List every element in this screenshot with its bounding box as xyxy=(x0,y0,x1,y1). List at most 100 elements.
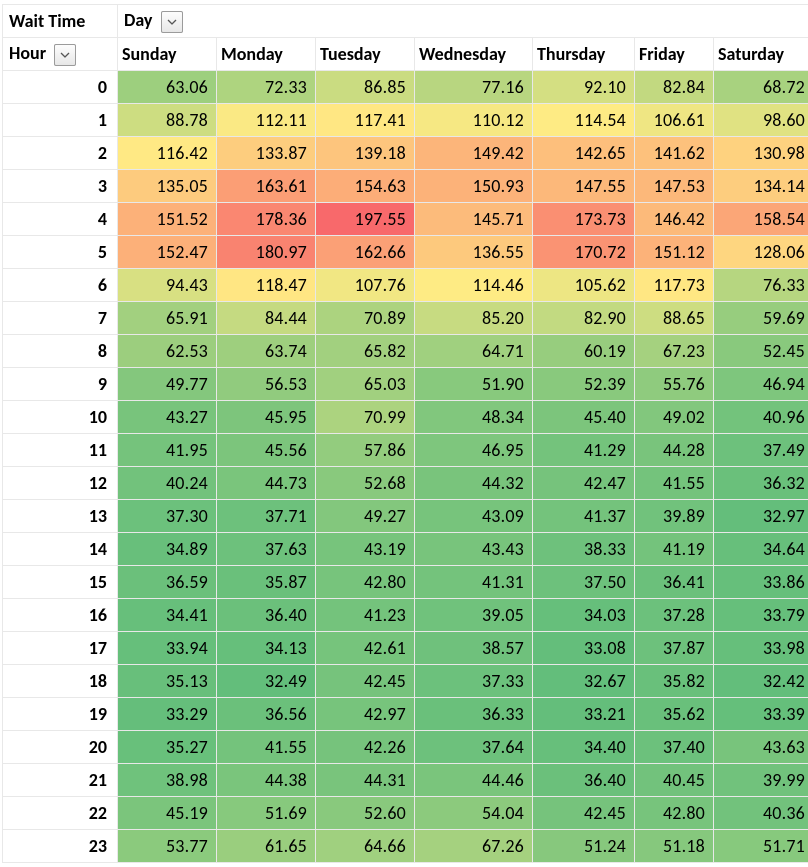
heatmap-cell[interactable]: 52.68 xyxy=(316,467,415,500)
row-header-hour[interactable]: 0 xyxy=(3,71,118,104)
heatmap-cell[interactable]: 43.27 xyxy=(118,401,217,434)
heatmap-cell[interactable]: 65.91 xyxy=(118,302,217,335)
heatmap-cell[interactable]: 72.33 xyxy=(217,71,316,104)
heatmap-cell[interactable]: 86.85 xyxy=(316,71,415,104)
heatmap-cell[interactable]: 39.99 xyxy=(714,764,808,797)
heatmap-cell[interactable]: 151.52 xyxy=(118,203,217,236)
col-header-tuesday[interactable]: Tuesday xyxy=(316,38,415,71)
row-header-hour[interactable]: 3 xyxy=(3,170,118,203)
heatmap-cell[interactable]: 45.56 xyxy=(217,434,316,467)
heatmap-cell[interactable]: 33.86 xyxy=(714,566,808,599)
heatmap-cell[interactable]: 84.44 xyxy=(217,302,316,335)
col-header-saturday[interactable]: Saturday xyxy=(714,38,808,71)
row-header-hour[interactable]: 15 xyxy=(3,566,118,599)
heatmap-cell[interactable]: 55.76 xyxy=(635,368,714,401)
heatmap-cell[interactable]: 116.42 xyxy=(118,137,217,170)
hour-filter-dropdown[interactable] xyxy=(54,44,76,66)
heatmap-cell[interactable]: 35.82 xyxy=(635,665,714,698)
heatmap-cell[interactable]: 170.72 xyxy=(533,236,635,269)
heatmap-cell[interactable]: 85.20 xyxy=(415,302,533,335)
heatmap-cell[interactable]: 51.24 xyxy=(533,830,635,863)
row-header-hour[interactable]: 9 xyxy=(3,368,118,401)
heatmap-cell[interactable]: 33.79 xyxy=(714,599,808,632)
heatmap-cell[interactable]: 35.62 xyxy=(635,698,714,731)
heatmap-cell[interactable]: 44.28 xyxy=(635,434,714,467)
heatmap-cell[interactable]: 36.40 xyxy=(217,599,316,632)
heatmap-cell[interactable]: 61.65 xyxy=(217,830,316,863)
heatmap-cell[interactable]: 65.03 xyxy=(316,368,415,401)
heatmap-cell[interactable]: 42.61 xyxy=(316,632,415,665)
row-header-hour[interactable]: 11 xyxy=(3,434,118,467)
heatmap-cell[interactable]: 63.74 xyxy=(217,335,316,368)
row-header-hour[interactable]: 8 xyxy=(3,335,118,368)
row-header-hour[interactable]: 14 xyxy=(3,533,118,566)
heatmap-cell[interactable]: 62.53 xyxy=(118,335,217,368)
heatmap-cell[interactable]: 42.80 xyxy=(635,797,714,830)
col-header-monday[interactable]: Monday xyxy=(217,38,316,71)
heatmap-cell[interactable]: 41.95 xyxy=(118,434,217,467)
heatmap-cell[interactable]: 197.55 xyxy=(316,203,415,236)
heatmap-cell[interactable]: 40.36 xyxy=(714,797,808,830)
heatmap-cell[interactable]: 133.87 xyxy=(217,137,316,170)
heatmap-cell[interactable]: 40.45 xyxy=(635,764,714,797)
col-header-wednesday[interactable]: Wednesday xyxy=(415,38,533,71)
heatmap-cell[interactable]: 34.64 xyxy=(714,533,808,566)
heatmap-cell[interactable]: 77.16 xyxy=(415,71,533,104)
heatmap-cell[interactable]: 41.29 xyxy=(533,434,635,467)
heatmap-cell[interactable]: 51.69 xyxy=(217,797,316,830)
heatmap-cell[interactable]: 42.26 xyxy=(316,731,415,764)
heatmap-cell[interactable]: 37.28 xyxy=(635,599,714,632)
heatmap-cell[interactable]: 44.46 xyxy=(415,764,533,797)
heatmap-cell[interactable]: 152.47 xyxy=(118,236,217,269)
row-header-hour[interactable]: 16 xyxy=(3,599,118,632)
row-header-hour[interactable]: 4 xyxy=(3,203,118,236)
row-header-hour[interactable]: 20 xyxy=(3,731,118,764)
heatmap-cell[interactable]: 162.66 xyxy=(316,236,415,269)
col-header-sunday[interactable]: Sunday xyxy=(118,38,217,71)
row-header-hour[interactable]: 22 xyxy=(3,797,118,830)
heatmap-cell[interactable]: 52.60 xyxy=(316,797,415,830)
heatmap-cell[interactable]: 53.77 xyxy=(118,830,217,863)
heatmap-cell[interactable]: 44.38 xyxy=(217,764,316,797)
heatmap-cell[interactable]: 37.33 xyxy=(415,665,533,698)
heatmap-cell[interactable]: 32.97 xyxy=(714,500,808,533)
col-header-friday[interactable]: Friday xyxy=(635,38,714,71)
heatmap-cell[interactable]: 34.89 xyxy=(118,533,217,566)
heatmap-cell[interactable]: 42.97 xyxy=(316,698,415,731)
heatmap-cell[interactable]: 49.02 xyxy=(635,401,714,434)
day-filter-dropdown[interactable] xyxy=(161,11,183,33)
col-header-thursday[interactable]: Thursday xyxy=(533,38,635,71)
heatmap-cell[interactable]: 145.71 xyxy=(415,203,533,236)
row-header-hour[interactable]: 10 xyxy=(3,401,118,434)
heatmap-cell[interactable]: 36.41 xyxy=(635,566,714,599)
heatmap-cell[interactable]: 42.47 xyxy=(533,467,635,500)
heatmap-cell[interactable]: 112.11 xyxy=(217,104,316,137)
row-header-hour[interactable]: 2 xyxy=(3,137,118,170)
heatmap-cell[interactable]: 51.90 xyxy=(415,368,533,401)
heatmap-cell[interactable]: 105.62 xyxy=(533,269,635,302)
heatmap-cell[interactable]: 43.63 xyxy=(714,731,808,764)
row-header-hour[interactable]: 6 xyxy=(3,269,118,302)
heatmap-cell[interactable]: 65.82 xyxy=(316,335,415,368)
heatmap-cell[interactable]: 34.41 xyxy=(118,599,217,632)
heatmap-cell[interactable]: 128.06 xyxy=(714,236,808,269)
heatmap-cell[interactable]: 64.66 xyxy=(316,830,415,863)
heatmap-cell[interactable]: 36.33 xyxy=(415,698,533,731)
heatmap-cell[interactable]: 41.55 xyxy=(635,467,714,500)
heatmap-cell[interactable]: 36.32 xyxy=(714,467,808,500)
heatmap-cell[interactable]: 43.09 xyxy=(415,500,533,533)
heatmap-cell[interactable]: 117.41 xyxy=(316,104,415,137)
heatmap-cell[interactable]: 41.55 xyxy=(217,731,316,764)
heatmap-cell[interactable]: 35.87 xyxy=(217,566,316,599)
heatmap-cell[interactable]: 142.65 xyxy=(533,137,635,170)
heatmap-cell[interactable]: 118.47 xyxy=(217,269,316,302)
heatmap-cell[interactable]: 34.40 xyxy=(533,731,635,764)
heatmap-cell[interactable]: 82.90 xyxy=(533,302,635,335)
heatmap-cell[interactable]: 41.37 xyxy=(533,500,635,533)
row-header-hour[interactable]: 17 xyxy=(3,632,118,665)
heatmap-cell[interactable]: 36.56 xyxy=(217,698,316,731)
heatmap-cell[interactable]: 32.49 xyxy=(217,665,316,698)
heatmap-cell[interactable]: 107.76 xyxy=(316,269,415,302)
heatmap-cell[interactable]: 33.08 xyxy=(533,632,635,665)
row-header-hour[interactable]: 19 xyxy=(3,698,118,731)
